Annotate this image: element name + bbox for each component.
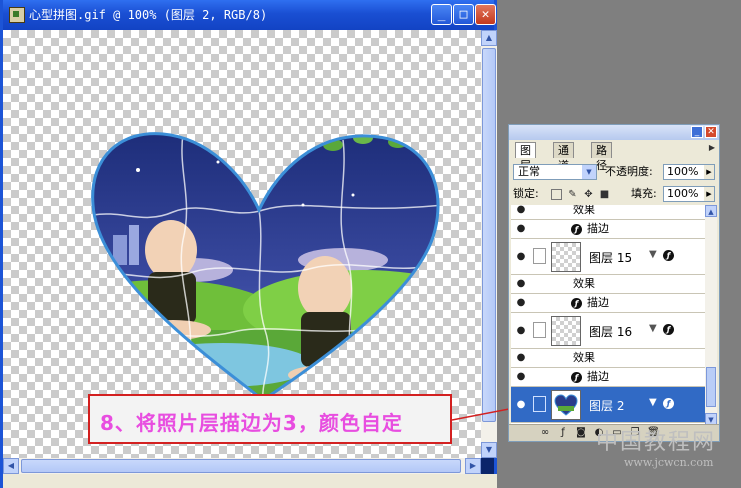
fx-icon: ƒ	[663, 324, 674, 335]
chevron-down-icon[interactable]: ▼	[582, 165, 596, 179]
horizontal-scroll-thumb[interactable]	[21, 459, 461, 473]
fx-icon: ƒ	[663, 250, 674, 261]
layer-link-cell[interactable]	[533, 322, 546, 338]
lock-all-icon[interactable]: ■	[599, 189, 610, 200]
layers-panel: _ ✕ 图层 通道 路径 ▶ 正常 ▼ 不透明度: 100% ▶ 锁定: ✎ ✥…	[508, 124, 720, 442]
layer-effects-row[interactable]: ● 效果	[511, 275, 705, 294]
layer-list-scroll-thumb[interactable]	[706, 367, 716, 407]
layer-effects-row[interactable]: ● 效果	[511, 349, 705, 368]
layer-name: 图层 15	[589, 251, 633, 265]
effects-label: 效果	[573, 351, 595, 364]
layer-link-cell[interactable]	[533, 248, 546, 264]
layer-thumbnail	[551, 316, 581, 346]
close-button[interactable]: ✕	[475, 4, 496, 25]
fx-icon: ƒ	[663, 398, 674, 409]
layer-list-scrollbar[interactable]: ▲ ▼	[705, 205, 717, 425]
eye-icon[interactable]: ●	[513, 397, 529, 413]
layer-thumbnail	[551, 390, 581, 420]
lock-transparency-icon[interactable]	[551, 189, 562, 200]
vertical-scroll-thumb[interactable]	[482, 48, 496, 422]
fx-icon: ƒ	[571, 372, 582, 383]
stroke-effect-label: 描边	[587, 370, 609, 383]
link-layers-icon[interactable]: ∞	[539, 427, 551, 439]
tab-layers[interactable]: 图层	[515, 142, 536, 172]
lock-move-icon[interactable]: ✥	[583, 189, 594, 200]
document-title: 心型拼图.gif @ 100% (图层 2, RGB/8)	[29, 8, 268, 22]
fill-arrow-icon[interactable]: ▶	[704, 187, 714, 201]
eye-icon[interactable]: ●	[513, 369, 529, 385]
canvas-vertical-scrollbar[interactable]: ▲ ▼	[481, 30, 497, 458]
panel-close-icon[interactable]: ✕	[705, 126, 717, 138]
layer-effect-stroke-row[interactable]: ● ƒ 描边	[511, 368, 705, 387]
eye-icon[interactable]: ●	[513, 221, 529, 237]
document-status-strip	[3, 474, 497, 488]
layer-effect-stroke-row[interactable]: ● ƒ 描边	[511, 220, 705, 239]
lock-fill-row: 锁定: ✎ ✥ ■ 填充: 100% ▶	[513, 185, 715, 203]
scroll-up-icon[interactable]: ▲	[481, 30, 497, 46]
maximize-button[interactable]: □	[453, 4, 474, 25]
tab-paths[interactable]: 路径	[591, 142, 612, 172]
document-title-bar[interactable]: 心型拼图.gif @ 100% (图层 2, RGB/8) _ □ ✕	[3, 0, 496, 30]
eye-icon[interactable]: ●	[513, 205, 529, 218]
stroke-effect-label: 描边	[587, 296, 609, 309]
minimize-button[interactable]: _	[431, 4, 452, 25]
expand-effects-icon[interactable]: ▼	[649, 397, 657, 408]
fx-icon: ƒ	[571, 224, 582, 235]
opacity-value: 100%	[667, 165, 699, 178]
lock-paint-brush-icon[interactable]: ✎	[567, 189, 578, 200]
scroll-left-icon[interactable]: ◀	[3, 458, 19, 474]
layers-panel-header[interactable]: _ ✕	[509, 125, 719, 140]
opacity-label: 不透明度:	[605, 165, 653, 178]
layer-row-15[interactable]: ● 图层 15 ▼ ƒ	[511, 239, 705, 275]
panel-minimize-icon[interactable]: _	[691, 126, 703, 138]
fx-icon: ƒ	[571, 298, 582, 309]
eye-icon[interactable]: ●	[513, 249, 529, 265]
eye-icon[interactable]: ●	[513, 323, 529, 339]
add-style-icon[interactable]: ƒ	[557, 427, 569, 439]
watermark-url: www.jcwcn.com	[624, 456, 714, 469]
fill-field[interactable]: 100% ▶	[663, 186, 715, 202]
expand-effects-icon[interactable]: ▼	[649, 249, 657, 260]
effects-label: 效果	[573, 277, 595, 290]
lock-label: 锁定:	[513, 187, 539, 200]
blend-mode-value: 正常	[518, 165, 540, 178]
layer-effects-row[interactable]: ● 效果	[511, 205, 705, 220]
canvas-horizontal-scrollbar[interactable]: ◀ ▶	[3, 458, 481, 474]
opacity-field[interactable]: 100% ▶	[663, 164, 715, 180]
blend-mode-select[interactable]: 正常 ▼	[513, 164, 597, 180]
layer-name: 图层 16	[589, 325, 633, 339]
brush-link-icon[interactable]	[533, 396, 546, 412]
photoshop-document-icon[interactable]	[9, 7, 25, 23]
annotation-callout: 8、将照片层描边为3，颜色自定	[88, 394, 452, 444]
layer-row-16[interactable]: ● 图层 16 ▼ ƒ	[511, 313, 705, 349]
effects-label: 效果	[573, 205, 595, 216]
expand-effects-icon[interactable]: ▼	[649, 323, 657, 334]
panel-menu-icon[interactable]: ▶	[709, 143, 715, 152]
fill-label: 填充:	[631, 187, 657, 200]
heart-thumbnail-icon	[554, 394, 578, 416]
scroll-right-icon[interactable]: ▶	[465, 458, 481, 474]
scroll-up-icon[interactable]: ▲	[705, 205, 717, 217]
stroke-effect-label: 描边	[587, 222, 609, 235]
blend-opacity-row: 正常 ▼ 不透明度: 100% ▶	[513, 163, 715, 181]
tab-channels[interactable]: 通道	[553, 142, 574, 172]
add-mask-icon[interactable]: ◙	[575, 427, 587, 439]
eye-icon[interactable]: ●	[513, 350, 529, 366]
fill-value: 100%	[667, 187, 699, 200]
layer-name: 图层 2	[589, 399, 625, 413]
layer-thumbnail	[551, 242, 581, 272]
annotation-text: 8、将照片层描边为3，颜色自定	[100, 411, 403, 435]
layer-effect-stroke-row[interactable]: ● ƒ 描边	[511, 294, 705, 313]
watermark: 中国教程网 www.jcwcn.com	[596, 430, 716, 470]
eye-icon[interactable]: ●	[513, 276, 529, 292]
scroll-down-icon[interactable]: ▼	[481, 442, 497, 458]
watermark-title: 中国教程网	[596, 430, 717, 455]
opacity-arrow-icon[interactable]: ▶	[704, 165, 714, 179]
layer-row-2[interactable]: ● 图层 2 ▼ ƒ	[511, 387, 705, 423]
eye-icon[interactable]: ●	[513, 295, 529, 311]
layer-list: ● 效果 ● ƒ 描边 ● 图层 15 ▼ ƒ ● 效果 ● ƒ 描边 ● 图层…	[511, 205, 705, 425]
